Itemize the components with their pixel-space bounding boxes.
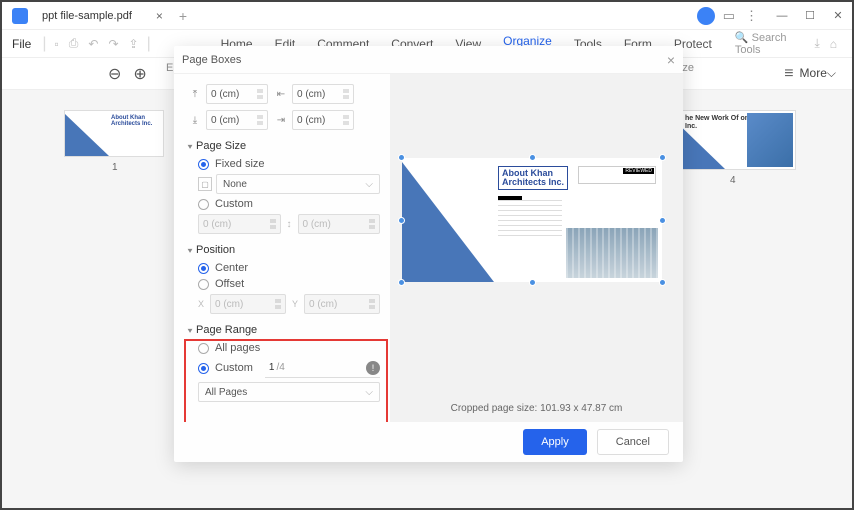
margin-left-icon: ⇤ — [274, 87, 288, 101]
radio-label: Center — [215, 262, 248, 274]
obscured-text: ze — [682, 62, 694, 74]
resize-handle[interactable] — [398, 279, 405, 286]
redo-icon[interactable]: ↷ — [108, 37, 118, 51]
alert-icon: ! — [366, 361, 380, 375]
print-icon[interactable]: ⎙ — [69, 36, 79, 51]
kebab-icon[interactable]: ⋮ — [745, 8, 758, 24]
home-icon[interactable]: ⌂ — [830, 37, 837, 51]
file-menu[interactable]: File — [12, 37, 31, 51]
radio-label: Custom — [215, 198, 253, 210]
preview-title: About Khan Architects Inc. — [498, 166, 568, 190]
dialog-footer: Apply Cancel — [174, 422, 683, 462]
offset-x-input: 0 (cm) — [210, 294, 286, 314]
radio-fixed-size[interactable]: Fixed size — [198, 158, 380, 170]
margin-top-input[interactable]: 0 (cm) — [206, 84, 268, 104]
resize-handle[interactable] — [398, 217, 405, 224]
radio-all-pages[interactable]: All pages — [198, 342, 380, 354]
resize-handle[interactable] — [529, 154, 536, 161]
radio-icon — [198, 363, 209, 374]
resize-handle[interactable] — [529, 279, 536, 286]
tab-close-icon[interactable]: × — [156, 9, 163, 23]
resize-handle[interactable] — [659, 217, 666, 224]
margin-right-icon: ⇥ — [274, 113, 288, 127]
maximize-button[interactable]: ☐ — [796, 9, 824, 22]
page-orient-icon[interactable]: ▢ — [198, 177, 212, 191]
radio-label: Fixed size — [215, 158, 265, 170]
dialog-title: Page Boxes — [182, 54, 241, 66]
resize-handle[interactable] — [659, 154, 666, 161]
radio-center[interactable]: Center — [198, 262, 380, 274]
page-boxes-dialog: E ze Page Boxes × ⤒ 0 (cm) ⇤ 0 (cm) — [174, 46, 683, 462]
page-size-select[interactable]: None — [216, 174, 380, 194]
radio-custom-size[interactable]: Custom — [198, 198, 380, 210]
section-page-size[interactable]: Page Size — [188, 140, 380, 152]
search-tools[interactable]: 🔍 Search Tools — [735, 31, 810, 56]
save-icon[interactable]: ▫ — [55, 37, 59, 51]
dialog-preview-panel: About Khan Architects Inc. REVIEWED — [390, 74, 683, 422]
radio-custom-range[interactable]: Custom 1/4 ! — [198, 358, 380, 378]
zoom-out-icon[interactable]: ⊖ — [108, 64, 121, 84]
badge: REVIEWED — [623, 168, 654, 174]
share-icon[interactable]: ⇪ — [129, 37, 139, 51]
dialog-left-panel: ⤒ 0 (cm) ⇤ 0 (cm) ⤓ 0 (cm) ⇥ 0 ( — [174, 74, 390, 422]
radio-icon — [198, 159, 209, 170]
dialog-header: Page Boxes × — [174, 46, 683, 74]
thumb-num-1: 1 — [112, 162, 118, 173]
minimize-button[interactable]: — — [768, 10, 796, 22]
radio-label: Custom — [215, 362, 253, 374]
app-icon — [12, 8, 28, 24]
offset-y-input: 0 (cm) — [304, 294, 380, 314]
undo-icon[interactable]: ↶ — [88, 37, 98, 51]
margin-bottom-icon: ⤓ — [188, 113, 202, 127]
section-position[interactable]: Position — [188, 244, 380, 256]
new-tab-button[interactable]: + — [179, 8, 187, 24]
tab-title: ppt file-sample.pdf — [42, 10, 132, 22]
radio-label: All pages — [215, 342, 260, 354]
radio-label: Offset — [215, 278, 244, 290]
page-preview[interactable]: About Khan Architects Inc. REVIEWED — [402, 158, 662, 282]
search-label: Search Tools — [735, 32, 787, 56]
apply-button[interactable]: Apply — [523, 429, 587, 455]
close-button[interactable]: ✕ — [824, 9, 852, 22]
margin-left-input[interactable]: 0 (cm) — [292, 84, 354, 104]
zoom-in-icon[interactable]: ⊕ — [133, 64, 146, 84]
margin-top-icon: ⤒ — [188, 87, 202, 101]
resize-handle[interactable] — [398, 154, 405, 161]
page-thumb-4[interactable]: he New Work Of on Architects Inc. — [668, 110, 796, 170]
hamburger-icon[interactable]: ≡ — [784, 65, 793, 83]
crop-size-label: Cropped page size: 101.93 x 47.87 cm — [390, 403, 683, 414]
chat-icon[interactable]: ▭ — [723, 8, 735, 24]
obscured-text: E — [166, 62, 173, 74]
margin-right-input[interactable]: 0 (cm) — [292, 110, 354, 130]
titlebar: ppt file-sample.pdf × + ▭ ⋮ — ☐ ✕ — [2, 2, 852, 30]
page-canvas: About Khan Architects Inc. 1 he New Work… — [2, 90, 852, 508]
user-avatar[interactable] — [697, 7, 715, 25]
radio-icon — [198, 279, 209, 290]
height-input: 0 (cm) — [298, 214, 381, 234]
page-scope-select[interactable]: All Pages — [198, 382, 380, 402]
thumb-num-4: 4 — [730, 175, 736, 186]
page-range-input[interactable]: 1/4 ! — [265, 358, 380, 378]
section-page-range[interactable]: Page Range — [188, 324, 380, 336]
width-input: 0 (cm) — [198, 214, 281, 234]
document-tab[interactable]: ppt file-sample.pdf × — [34, 9, 171, 23]
dialog-close-icon[interactable]: × — [667, 52, 675, 68]
resize-handle[interactable] — [659, 279, 666, 286]
thumb-title: About Khan Architects Inc. — [111, 115, 163, 127]
margin-bottom-input[interactable]: 0 (cm) — [206, 110, 268, 130]
page-thumb-1[interactable]: About Khan Architects Inc. — [64, 110, 164, 157]
radio-icon — [198, 199, 209, 210]
radio-icon — [198, 263, 209, 274]
radio-icon — [198, 343, 209, 354]
by-icon: ↕ — [287, 219, 292, 230]
radio-offset[interactable]: Offset — [198, 278, 380, 290]
cancel-button[interactable]: Cancel — [597, 429, 669, 455]
more-button[interactable]: More⌵ — [800, 66, 836, 81]
upload-icon[interactable]: ⤓ — [814, 36, 819, 51]
